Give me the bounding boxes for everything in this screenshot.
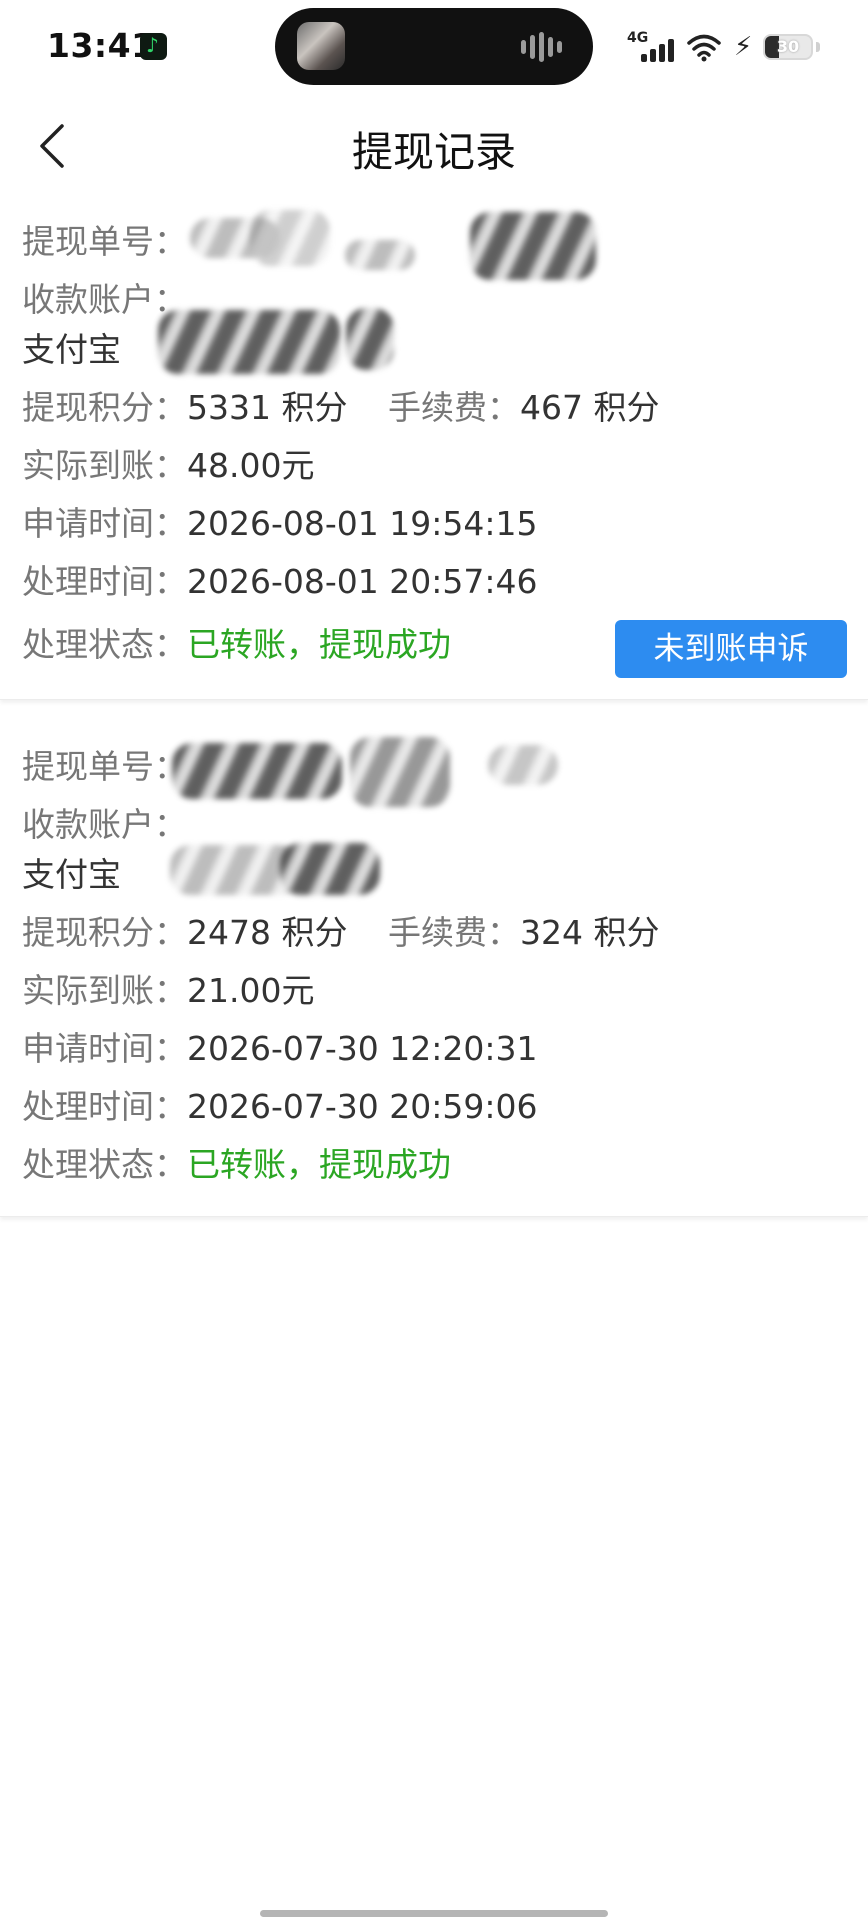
received-row: 实际到账：48.00元: [22, 444, 314, 488]
redacted-order-number: [350, 737, 450, 807]
fee-row: 手续费：324 积分: [388, 911, 659, 955]
status-value: 已转账，提现成功: [187, 1145, 451, 1184]
audio-wave-icon: [521, 32, 567, 62]
wifi-icon: [687, 34, 721, 62]
now-playing-avatar: [297, 22, 345, 70]
account-row: 收款账户：: [22, 803, 187, 847]
status-bar: 13:41 4G ⚡ 30: [0, 0, 868, 96]
battery-icon: 30: [763, 34, 813, 60]
appeal-button[interactable]: 未到账申诉: [615, 620, 847, 678]
process-time-label: 处理时间：: [22, 562, 187, 601]
music-app-icon: [140, 33, 167, 60]
process-time-row: 处理时间：2026-08-01 20:57:46: [22, 560, 537, 604]
account-label: 收款账户：: [22, 805, 187, 844]
page-title: 提现记录: [352, 128, 516, 176]
order-number-label: 提现单号：: [22, 222, 187, 261]
order-number-label: 提现单号：: [22, 747, 187, 786]
fee-label: 手续费：: [388, 913, 520, 952]
redacted-account: [280, 843, 380, 895]
points-value: 2478 积分: [187, 913, 348, 952]
order-number-row: 提现单号：: [22, 220, 187, 264]
redacted-order-number: [345, 240, 415, 270]
process-time-label: 处理时间：: [22, 1087, 187, 1126]
home-indicator[interactable]: [260, 1910, 608, 1917]
redacted-account: [346, 308, 394, 370]
fee-label: 手续费：: [388, 388, 520, 427]
fee-value: 324 积分: [520, 913, 660, 952]
redacted-order-number: [488, 745, 558, 785]
points-label: 提现积分：: [22, 913, 187, 952]
process-time-value: 2026-07-30 20:59:06: [187, 1087, 538, 1126]
withdrawal-record-card: 提现单号： 收款账户： 支付宝 提现积分：5331 积分 手续费：467 积分 …: [0, 210, 868, 700]
apply-time-value: 2026-08-01 19:54:15: [187, 504, 538, 543]
account-type: 支付宝: [22, 855, 121, 894]
apply-time-label: 申请时间：: [22, 504, 187, 543]
account-type-row: 支付宝: [22, 853, 121, 897]
received-label: 实际到账：: [22, 446, 187, 485]
points-row: 提现积分：5331 积分: [22, 386, 347, 430]
signal-icon: [641, 38, 675, 62]
points-label: 提现积分：: [22, 388, 187, 427]
apply-time-row: 申请时间：2026-07-30 12:20:31: [22, 1027, 537, 1071]
withdrawal-record-card: 提现单号： 收款账户： 支付宝 提现积分：2478 积分 手续费：324 积分 …: [0, 735, 868, 1217]
redacted-account: [158, 310, 340, 374]
account-row: 收款账户：: [22, 278, 187, 322]
received-row: 实际到账：21.00元: [22, 969, 314, 1013]
apply-time-value: 2026-07-30 12:20:31: [187, 1029, 538, 1068]
received-value: 48.00元: [187, 446, 315, 485]
battery-tip: [816, 42, 820, 52]
redacted-order-number: [470, 212, 596, 280]
status-label: 处理状态：: [22, 1145, 187, 1184]
account-type: 支付宝: [22, 330, 121, 369]
redacted-order-number: [250, 210, 330, 266]
process-time-value: 2026-08-01 20:57:46: [187, 562, 538, 601]
status-row: 处理状态：已转账，提现成功: [22, 1143, 451, 1187]
account-type-row: 支付宝: [22, 328, 121, 372]
fee-value: 467 积分: [520, 388, 660, 427]
battery-level: 30: [776, 37, 800, 56]
received-value: 21.00元: [187, 971, 315, 1010]
dynamic-island[interactable]: [275, 8, 593, 85]
status-row: 处理状态：已转账，提现成功: [22, 623, 451, 667]
account-label: 收款账户：: [22, 280, 187, 319]
status-time: 13:41: [47, 26, 155, 65]
nav-header: 提现记录: [0, 96, 868, 196]
redacted-order-number: [172, 743, 342, 799]
process-time-row: 处理时间：2026-07-30 20:59:06: [22, 1085, 537, 1129]
status-icons: 4G ⚡ 30: [623, 28, 823, 68]
fee-row: 手续费：467 积分: [388, 386, 659, 430]
charging-bolt-icon: ⚡: [734, 32, 753, 62]
status-value: 已转账，提现成功: [187, 625, 451, 664]
received-label: 实际到账：: [22, 971, 187, 1010]
points-value: 5331 积分: [187, 388, 348, 427]
status-label: 处理状态：: [22, 625, 187, 664]
apply-time-row: 申请时间：2026-08-01 19:54:15: [22, 502, 537, 546]
points-row: 提现积分：2478 积分: [22, 911, 347, 955]
apply-time-label: 申请时间：: [22, 1029, 187, 1068]
order-number-row: 提现单号：: [22, 745, 187, 789]
